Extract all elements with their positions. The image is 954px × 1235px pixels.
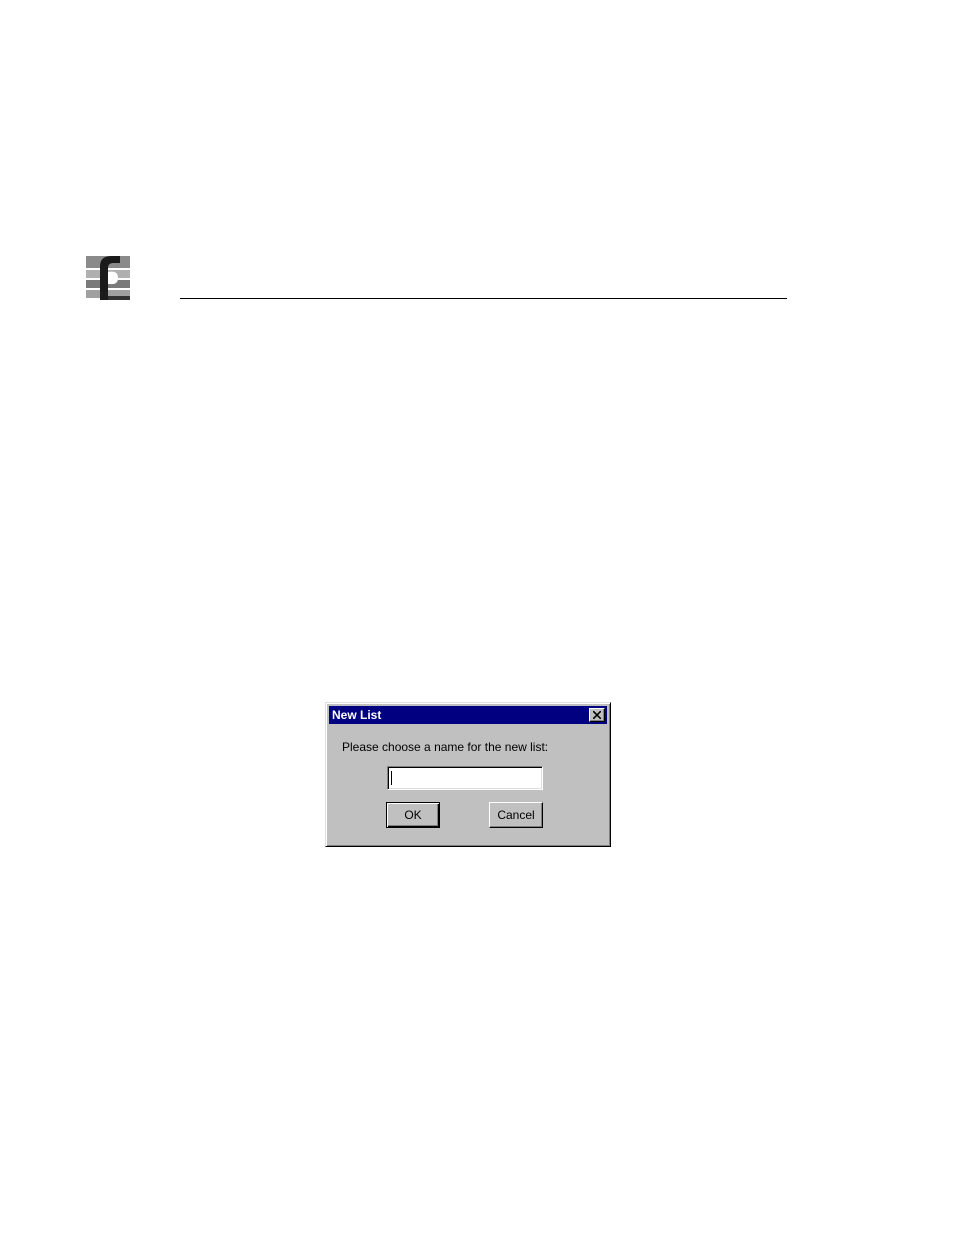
company-logo-icon — [86, 252, 130, 302]
name-prompt-label: Please choose a name for the new list: — [342, 740, 549, 754]
text-caret — [391, 771, 392, 785]
close-button[interactable] — [589, 708, 605, 722]
cancel-button[interactable]: Cancel — [489, 802, 543, 828]
dialog-titlebar[interactable]: New List — [329, 706, 607, 724]
header-rule — [180, 298, 787, 299]
ok-button[interactable]: OK — [386, 802, 440, 828]
new-list-dialog: New List Please choose a name for the ne… — [325, 702, 611, 847]
close-icon — [593, 711, 601, 719]
dialog-title: New List — [332, 708, 382, 722]
list-name-input[interactable] — [387, 766, 543, 790]
